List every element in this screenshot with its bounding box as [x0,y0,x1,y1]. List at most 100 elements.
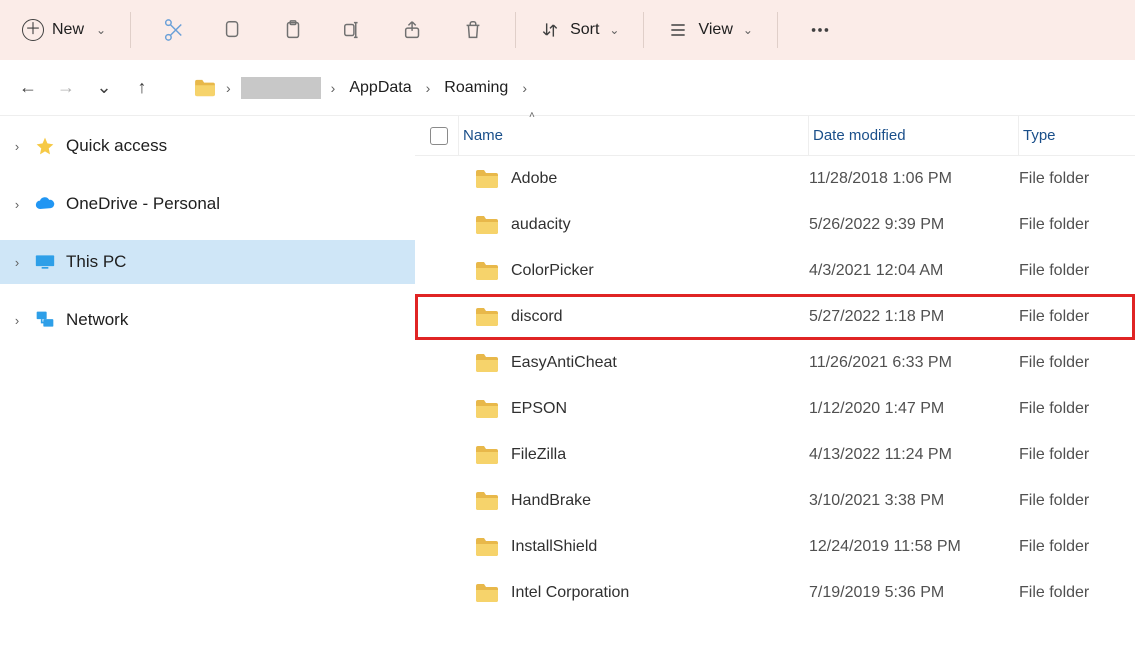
sidebar-item-label: This PC [66,252,126,272]
column-date-label: Date modified [813,127,906,144]
column-type[interactable]: Type [1019,116,1135,155]
network-icon [34,311,56,329]
file-row[interactable]: EPSON 1/12/2020 1:47 PM File folder [415,386,1135,432]
file-row[interactable]: InstallShield 12/24/2019 11:58 PM File f… [415,524,1135,570]
cloud-icon [34,197,56,211]
rename-icon [342,19,364,41]
column-headers: ˄ Name Date modified Type [415,116,1135,156]
breadcrumb[interactable]: › › AppData › Roaming › [184,68,1127,108]
star-icon [34,136,56,156]
folder-icon [475,445,499,465]
sidebar-item-quick-access[interactable]: › Quick access [0,124,415,168]
paste-button[interactable] [265,8,321,52]
file-row[interactable]: ColorPicker 4/3/2021 12:04 AM File folde… [415,248,1135,294]
more-button[interactable] [792,8,848,52]
select-all-checkbox[interactable] [415,116,459,155]
breadcrumb-roaming[interactable]: Roaming [440,77,512,99]
trash-icon [462,19,484,41]
column-name-label: Name [463,127,503,144]
breadcrumb-user-redacted[interactable] [241,77,321,99]
forward-button[interactable]: → [50,72,82,104]
folder-icon [475,491,499,511]
row-date: 1/12/2020 1:47 PM [809,400,1019,418]
row-name-cell: ColorPicker [459,261,809,281]
row-name: EPSON [511,400,567,418]
breadcrumb-separator: › [226,80,231,96]
row-type: File folder [1019,538,1135,556]
sidebar: › Quick access › OneDrive - Personal › T… [0,116,415,651]
row-name-cell: Adobe [459,169,809,189]
nav-row: ← → ⌄ ↑ › › AppData › Roaming › [0,60,1135,116]
list-icon [668,20,688,40]
row-date: 5/26/2022 9:39 PM [809,216,1019,234]
file-row[interactable]: audacity 5/26/2022 9:39 PM File folder [415,202,1135,248]
row-type: File folder [1019,354,1135,372]
share-button[interactable] [385,8,441,52]
chevron-down-icon: ⌄ [609,23,619,37]
chevron-right-icon: › [10,197,24,212]
file-row[interactable]: HandBrake 3/10/2021 3:38 PM File folder [415,478,1135,524]
sidebar-item-network[interactable]: › Network [0,298,415,342]
folder-icon [475,215,499,235]
toolbar: ＋ New ⌄ Sort ⌄ View ⌄ [0,0,1135,60]
chevron-down-icon: ⌄ [96,23,106,37]
row-date: 4/13/2022 11:24 PM [809,446,1019,464]
file-pane: ˄ Name Date modified Type Adobe 11/28/20… [415,116,1135,651]
monitor-icon [34,254,56,270]
delete-button[interactable] [445,8,501,52]
row-name: Intel Corporation [511,584,629,602]
row-date: 5/27/2022 1:18 PM [809,308,1019,326]
view-button[interactable]: View ⌄ [658,14,762,46]
column-date[interactable]: Date modified [809,116,1019,155]
row-date: 7/19/2019 5:36 PM [809,584,1019,602]
file-row[interactable]: discord 5/27/2022 1:18 PM File folder [415,294,1135,340]
breadcrumb-appdata[interactable]: AppData [345,77,415,99]
toolbar-separator [643,12,644,48]
row-name-cell: EPSON [459,399,809,419]
row-name-cell: discord [459,307,809,327]
copy-button[interactable] [205,8,261,52]
toolbar-separator [130,12,131,48]
row-name-cell: HandBrake [459,491,809,511]
chevron-down-icon: ⌄ [743,23,753,37]
row-type: File folder [1019,446,1135,464]
cut-button[interactable] [145,8,201,52]
row-name-cell: InstallShield [459,537,809,557]
row-date: 3/10/2021 3:38 PM [809,492,1019,510]
row-name-cell: audacity [459,215,809,235]
chevron-right-icon: › [10,313,24,328]
rename-button[interactable] [325,8,381,52]
row-date: 4/3/2021 12:04 AM [809,262,1019,280]
new-button[interactable]: ＋ New ⌄ [12,13,116,47]
clipboard-icon [282,19,304,41]
file-row[interactable]: FileZilla 4/13/2022 11:24 PM File folder [415,432,1135,478]
row-name: ColorPicker [511,262,594,280]
sort-ascending-icon: ˄ [529,110,535,121]
toolbar-separator [515,12,516,48]
sidebar-item-onedrive[interactable]: › OneDrive - Personal [0,182,415,226]
sidebar-item-label: OneDrive - Personal [66,194,220,214]
folder-icon [475,537,499,557]
chevron-right-icon: › [10,255,24,270]
sidebar-item-label: Quick access [66,136,167,156]
row-name: EasyAntiCheat [511,354,617,372]
column-name[interactable]: ˄ Name [459,116,809,155]
sidebar-item-this-pc[interactable]: › This PC [0,240,415,284]
row-name: audacity [511,216,571,234]
sort-button[interactable]: Sort ⌄ [530,14,629,46]
row-type: File folder [1019,400,1135,418]
up-button[interactable]: ↑ [126,72,158,104]
file-row[interactable]: EasyAntiCheat 11/26/2021 6:33 PM File fo… [415,340,1135,386]
breadcrumb-separator: › [426,80,431,96]
row-name-cell: FileZilla [459,445,809,465]
row-name: HandBrake [511,492,591,510]
file-row[interactable]: Adobe 11/28/2018 1:06 PM File folder [415,156,1135,202]
column-type-label: Type [1023,127,1056,144]
row-type: File folder [1019,584,1135,602]
folder-icon [475,583,499,603]
recent-locations-button[interactable]: ⌄ [88,72,120,104]
back-button[interactable]: ← [12,72,44,104]
file-row[interactable]: Intel Corporation 7/19/2019 5:36 PM File… [415,570,1135,616]
ellipsis-icon [809,19,831,41]
scissors-icon [162,19,184,41]
